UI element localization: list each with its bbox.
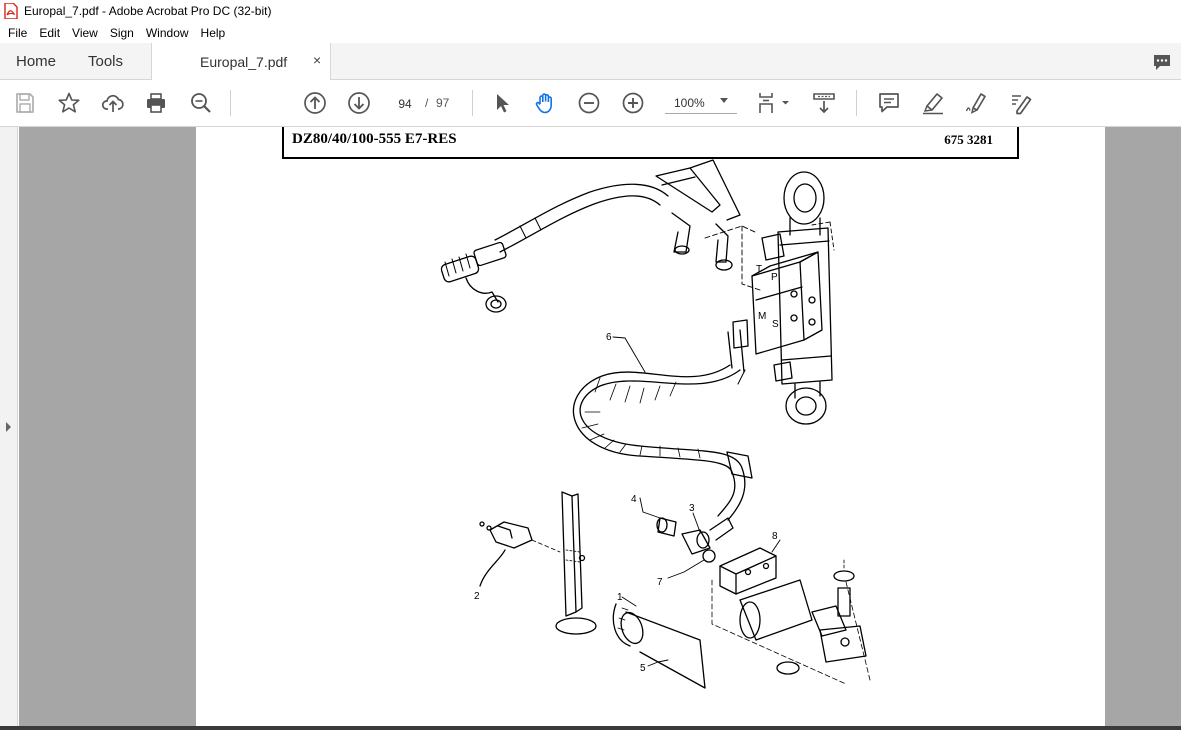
bracket-2 xyxy=(479,521,561,587)
arrow-down-icon[interactable] xyxy=(347,91,371,115)
fittings-3-4-7 xyxy=(656,517,734,563)
expand-panel-icon[interactable] xyxy=(6,422,11,432)
menu-file[interactable]: File xyxy=(2,26,33,40)
valve-label-m: M xyxy=(758,311,766,322)
page-layout-icon[interactable] xyxy=(757,91,791,115)
callout-5: 5 xyxy=(640,663,646,674)
page-number-input[interactable]: 94 xyxy=(389,92,421,114)
menu-help[interactable]: Help xyxy=(195,26,232,40)
document-tab-label: Europal_7.pdf xyxy=(200,54,288,70)
menu-window[interactable]: Window xyxy=(140,26,195,40)
navigation-pane xyxy=(0,127,18,730)
sign-icon[interactable] xyxy=(965,91,989,115)
zoom-out-icon[interactable] xyxy=(577,91,601,115)
tab-tools[interactable]: Tools xyxy=(88,43,123,80)
save-icon[interactable] xyxy=(13,91,37,115)
menu-bar: File Edit View Sign Window Help xyxy=(0,22,1181,43)
menu-sign[interactable]: Sign xyxy=(104,26,140,40)
comment-icon[interactable] xyxy=(877,91,901,115)
window-title: Europal_7.pdf - Adobe Acrobat Pro DC (32… xyxy=(24,4,272,18)
page-total: 97 xyxy=(436,96,450,110)
arrow-up-icon[interactable] xyxy=(303,91,327,115)
hydraulic-cylinder xyxy=(761,171,835,425)
select-cursor-icon[interactable] xyxy=(490,91,514,115)
status-strip xyxy=(0,726,1181,730)
quick-coupling xyxy=(440,241,507,313)
callout-7: 7 xyxy=(657,577,663,588)
main-hose-6 xyxy=(572,319,753,521)
toolbar-divider xyxy=(856,90,857,116)
valve-label-p: P xyxy=(771,272,778,283)
acrobat-app-icon xyxy=(4,2,18,20)
elbow-fittings xyxy=(671,212,761,291)
callout-6: 6 xyxy=(606,332,612,343)
menu-edit[interactable]: Edit xyxy=(33,26,66,40)
title-bar: Europal_7.pdf - Adobe Acrobat Pro DC (32… xyxy=(0,0,1181,22)
callout-1: 1 xyxy=(617,592,623,603)
zoom-search-icon[interactable] xyxy=(189,91,213,115)
tab-document[interactable]: Europal_7.pdf × xyxy=(151,43,331,80)
support-plate xyxy=(555,491,597,635)
cloud-upload-icon[interactable] xyxy=(101,91,125,115)
zoom-select[interactable]: 100% xyxy=(665,92,737,114)
edit-pdf-icon[interactable] xyxy=(1008,91,1032,115)
close-tab-button[interactable]: × xyxy=(313,52,321,68)
callout-4: 4 xyxy=(631,494,637,505)
valve-label-s: S xyxy=(772,319,779,330)
callout-3: 3 xyxy=(689,503,695,514)
scroll-mode-icon[interactable] xyxy=(812,91,836,115)
zoom-value: 100% xyxy=(674,96,705,110)
print-icon[interactable] xyxy=(144,91,168,115)
chevron-down-icon xyxy=(720,98,728,103)
star-icon[interactable] xyxy=(57,91,81,115)
tab-bar: Home Tools Europal_7.pdf × xyxy=(0,43,1181,80)
callout-8: 8 xyxy=(772,531,778,542)
lower-cylinder-8 xyxy=(711,547,871,685)
page-separator: / xyxy=(425,96,429,110)
menu-view[interactable]: View xyxy=(66,26,104,40)
toolbar-divider xyxy=(472,90,473,116)
comment-panel-icon[interactable] xyxy=(1152,52,1172,72)
valve-block xyxy=(751,251,823,355)
hand-tool-icon[interactable] xyxy=(533,91,557,115)
callout-2: 2 xyxy=(474,591,480,602)
tab-home[interactable]: Home xyxy=(16,43,56,80)
highlight-icon[interactable] xyxy=(921,91,945,115)
toolbar-divider xyxy=(230,90,231,116)
valve-label-t: T xyxy=(756,264,762,275)
parts-diagram: 1 2 3 4 5 6 7 8 T P M S xyxy=(440,159,871,689)
upper-hose xyxy=(494,159,741,253)
zoom-in-icon[interactable] xyxy=(621,91,645,115)
handle-tube-1-5 xyxy=(612,603,706,689)
